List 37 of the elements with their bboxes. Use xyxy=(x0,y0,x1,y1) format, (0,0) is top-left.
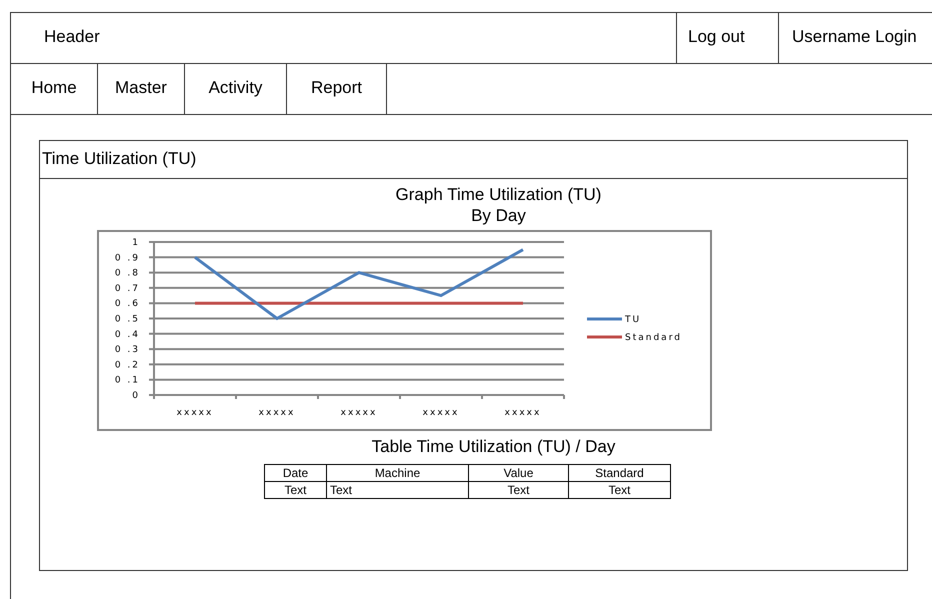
column-header: Value xyxy=(468,464,568,482)
nav-tab[interactable]: Activity xyxy=(185,64,287,114)
chart-title: Graph Time Utilization (TU) xyxy=(396,184,602,205)
x-tick-label: xxxxx xyxy=(176,408,213,418)
table-title: Table Time Utilization (TU) / Day xyxy=(372,436,616,458)
table-cell: Text xyxy=(264,482,326,498)
y-tick-label: 0 .5 xyxy=(114,314,140,324)
y-tick-label: 0 .8 xyxy=(114,268,140,279)
y-tick-label: 0 .6 xyxy=(114,299,140,310)
logout-link[interactable]: Log out xyxy=(676,13,778,63)
nav-tab[interactable]: Report xyxy=(287,64,387,114)
nav-tab[interactable]: Master xyxy=(98,64,185,114)
x-tick-label: xxxxx xyxy=(340,408,377,418)
header-title: Header xyxy=(43,26,101,48)
y-tick-label: 1 xyxy=(132,238,140,248)
y-tick-label: 0 .7 xyxy=(114,284,140,294)
username-link[interactable]: Username Login xyxy=(778,13,932,63)
y-tick-label: 0 .2 xyxy=(114,360,140,370)
table-cell: Text xyxy=(326,482,468,498)
y-tick-label: 0 .3 xyxy=(114,345,140,356)
y-tick-label: 0 xyxy=(132,391,140,401)
legend-label: TU xyxy=(624,315,641,325)
panel-title: Time Utilization (TU) xyxy=(40,141,907,179)
column-header: Date xyxy=(264,464,326,482)
table-cell: Text xyxy=(568,482,670,498)
x-tick-label: xxxxx xyxy=(504,408,541,418)
nav-tab[interactable]: Home xyxy=(11,64,98,114)
y-tick-label: 0 .4 xyxy=(114,330,140,340)
column-header: Machine xyxy=(326,464,468,482)
y-tick-label: 0 .9 xyxy=(114,253,140,264)
legend-label: Standard xyxy=(624,333,682,343)
table-cell: Text xyxy=(468,482,568,498)
x-tick-label: xxxxx xyxy=(422,408,459,418)
y-tick-label: 0 .1 xyxy=(114,376,140,386)
column-header: Standard xyxy=(568,464,670,482)
chart-title: By Day xyxy=(471,205,526,226)
x-tick-label: xxxxx xyxy=(258,408,295,418)
